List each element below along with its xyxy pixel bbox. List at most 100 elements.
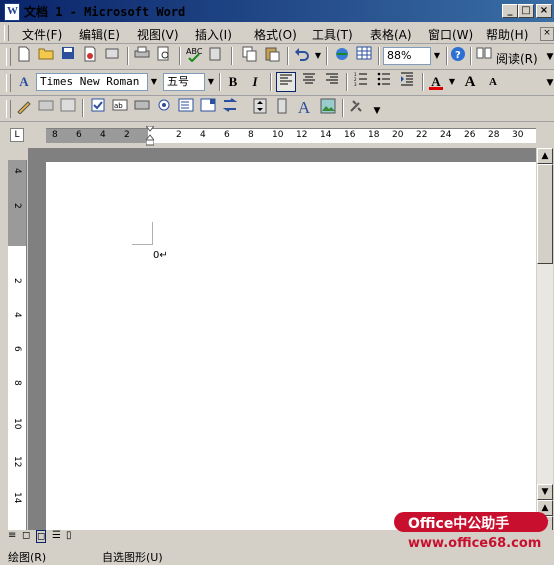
- menu-grip[interactable]: [4, 25, 9, 41]
- ruler-tick-label: 6: [224, 130, 230, 140]
- new-document-icon[interactable]: [14, 46, 34, 66]
- hyperlink-icon[interactable]: [332, 46, 352, 66]
- ruler-tick-label: 24: [440, 130, 452, 140]
- font-color-dropdown-icon[interactable]: ▼: [446, 73, 458, 91]
- vruler-tick-label: 2: [12, 278, 22, 284]
- print-icon[interactable]: [132, 46, 152, 66]
- menu-window[interactable]: 窗口(W): [428, 26, 473, 43]
- font-size-dropdown-icon[interactable]: ▼: [205, 73, 217, 91]
- close-button[interactable]: ×: [536, 4, 552, 18]
- bullets-icon[interactable]: [374, 72, 394, 92]
- font-name-combo[interactable]: Times New Roman: [36, 73, 148, 91]
- table-icon[interactable]: [354, 46, 374, 66]
- word-app-icon[interactable]: W: [4, 3, 20, 21]
- styles-and-formatting-icon[interactable]: A: [14, 72, 34, 92]
- toolbar-options-icon[interactable]: ▼: [545, 78, 554, 88]
- menu-edit[interactable]: 编辑(E): [79, 26, 120, 43]
- normal-view-icon[interactable]: ≡: [8, 530, 16, 541]
- document-text[interactable]: 0↵: [153, 250, 168, 261]
- tab-selector-icon[interactable]: L: [10, 128, 24, 142]
- reading-view-icon[interactable]: ▯: [66, 530, 72, 541]
- permission-icon[interactable]: [80, 46, 100, 66]
- listbox-icon[interactable]: [176, 98, 196, 118]
- zoom-combo[interactable]: 88%: [383, 47, 431, 65]
- align-right-icon[interactable]: [322, 72, 342, 92]
- design-mode-icon[interactable]: [58, 98, 78, 118]
- font-size-combo[interactable]: 五号: [163, 73, 205, 91]
- increase-indent-icon[interactable]: [397, 72, 417, 92]
- toolbar-grip[interactable]: [6, 48, 11, 66]
- more-controls-icon[interactable]: [346, 98, 366, 118]
- checkbox-icon[interactable]: [88, 98, 108, 118]
- scroll-thumb[interactable]: [537, 164, 553, 264]
- print-preview-icon[interactable]: [154, 46, 174, 66]
- font-color-button[interactable]: A: [426, 72, 446, 92]
- read-mode-button[interactable]: 阅读(R): [496, 50, 538, 67]
- label-control-icon[interactable]: A: [294, 98, 314, 118]
- vruler-tick-label: 12: [12, 456, 22, 468]
- ruler-tick-label: 26: [464, 130, 476, 140]
- doc-close-icon[interactable]: ×: [540, 27, 554, 41]
- menu-format[interactable]: 格式(O): [254, 26, 297, 43]
- web-view-icon[interactable]: ◻: [22, 530, 30, 541]
- minimize-button[interactable]: _: [502, 4, 518, 18]
- undo-icon[interactable]: [292, 46, 312, 66]
- form-field-icon[interactable]: [36, 98, 56, 118]
- shrink-font-button[interactable]: A: [483, 72, 503, 92]
- grow-font-button[interactable]: A: [460, 72, 480, 92]
- option-button-icon[interactable]: [154, 98, 174, 118]
- italic-button[interactable]: I: [245, 72, 265, 92]
- draw-menu-button[interactable]: 绘图(R): [8, 549, 46, 565]
- save-icon[interactable]: [58, 46, 78, 66]
- align-center-icon[interactable]: [299, 72, 319, 92]
- document-page[interactable]: [46, 162, 536, 530]
- open-folder-icon[interactable]: [36, 46, 56, 66]
- separator: [82, 99, 84, 117]
- ruler-tick-label: 2: [124, 130, 130, 140]
- bold-button[interactable]: B: [223, 72, 243, 92]
- combobox-icon[interactable]: [198, 98, 218, 118]
- help-icon[interactable]: ?: [448, 46, 468, 66]
- research-icon[interactable]: [206, 46, 226, 66]
- textbox-icon[interactable]: ab: [110, 98, 130, 118]
- spelling-icon[interactable]: ABC: [184, 46, 204, 66]
- command-button-icon[interactable]: [132, 98, 152, 118]
- align-left-icon[interactable]: [276, 72, 296, 92]
- toolbar-options-icon[interactable]: ▼: [372, 106, 382, 116]
- scroll-up-icon[interactable]: ▲: [537, 148, 553, 164]
- read-mode-icon[interactable]: [474, 46, 494, 66]
- zoom-dropdown-icon[interactable]: ▼: [431, 47, 443, 65]
- font-name-dropdown-icon[interactable]: ▼: [148, 73, 160, 91]
- menu-help[interactable]: 帮助(H): [486, 26, 528, 43]
- spin-button-icon[interactable]: [250, 98, 270, 118]
- vruler-tick-label: 8: [12, 380, 22, 386]
- menu-file[interactable]: 文件(F): [22, 26, 62, 43]
- toolbar-grip[interactable]: [6, 100, 11, 118]
- indent-marker-icon[interactable]: [144, 125, 156, 146]
- image-control-icon[interactable]: [318, 98, 338, 118]
- undo-dropdown-icon[interactable]: ▼: [312, 47, 324, 65]
- paste-icon[interactable]: [262, 46, 282, 66]
- toggle-button-icon[interactable]: [220, 98, 240, 118]
- toolbar-options-icon[interactable]: ▼: [545, 52, 554, 62]
- separator: [346, 73, 348, 91]
- numbering-icon[interactable]: 123: [351, 72, 371, 92]
- scroll-down-icon[interactable]: ▼: [537, 484, 553, 500]
- menu-table[interactable]: 表格(A): [370, 26, 412, 43]
- print-layout-icon[interactable]: ◻: [36, 530, 47, 543]
- vruler-tick-label: 6: [12, 346, 22, 352]
- view-buttons: ≡ ◻ ◻ ☰ ▯: [8, 530, 80, 544]
- email-icon[interactable]: [102, 46, 122, 66]
- scrollbar-control-icon[interactable]: [272, 98, 292, 118]
- maximize-button[interactable]: □: [518, 4, 534, 18]
- ruler-tick-label: 8: [248, 130, 254, 140]
- draw-table-icon[interactable]: [14, 98, 34, 118]
- menu-insert[interactable]: 插入(I): [195, 26, 232, 43]
- autoshape-button[interactable]: 自选图形(U): [102, 549, 163, 565]
- copy-icon[interactable]: [240, 46, 260, 66]
- menu-tools[interactable]: 工具(T): [312, 26, 353, 43]
- ruler-tick-label: 8: [52, 130, 58, 140]
- toolbar-grip[interactable]: [6, 74, 11, 92]
- menu-view[interactable]: 视图(V): [137, 26, 179, 43]
- outline-view-icon[interactable]: ☰: [52, 530, 61, 541]
